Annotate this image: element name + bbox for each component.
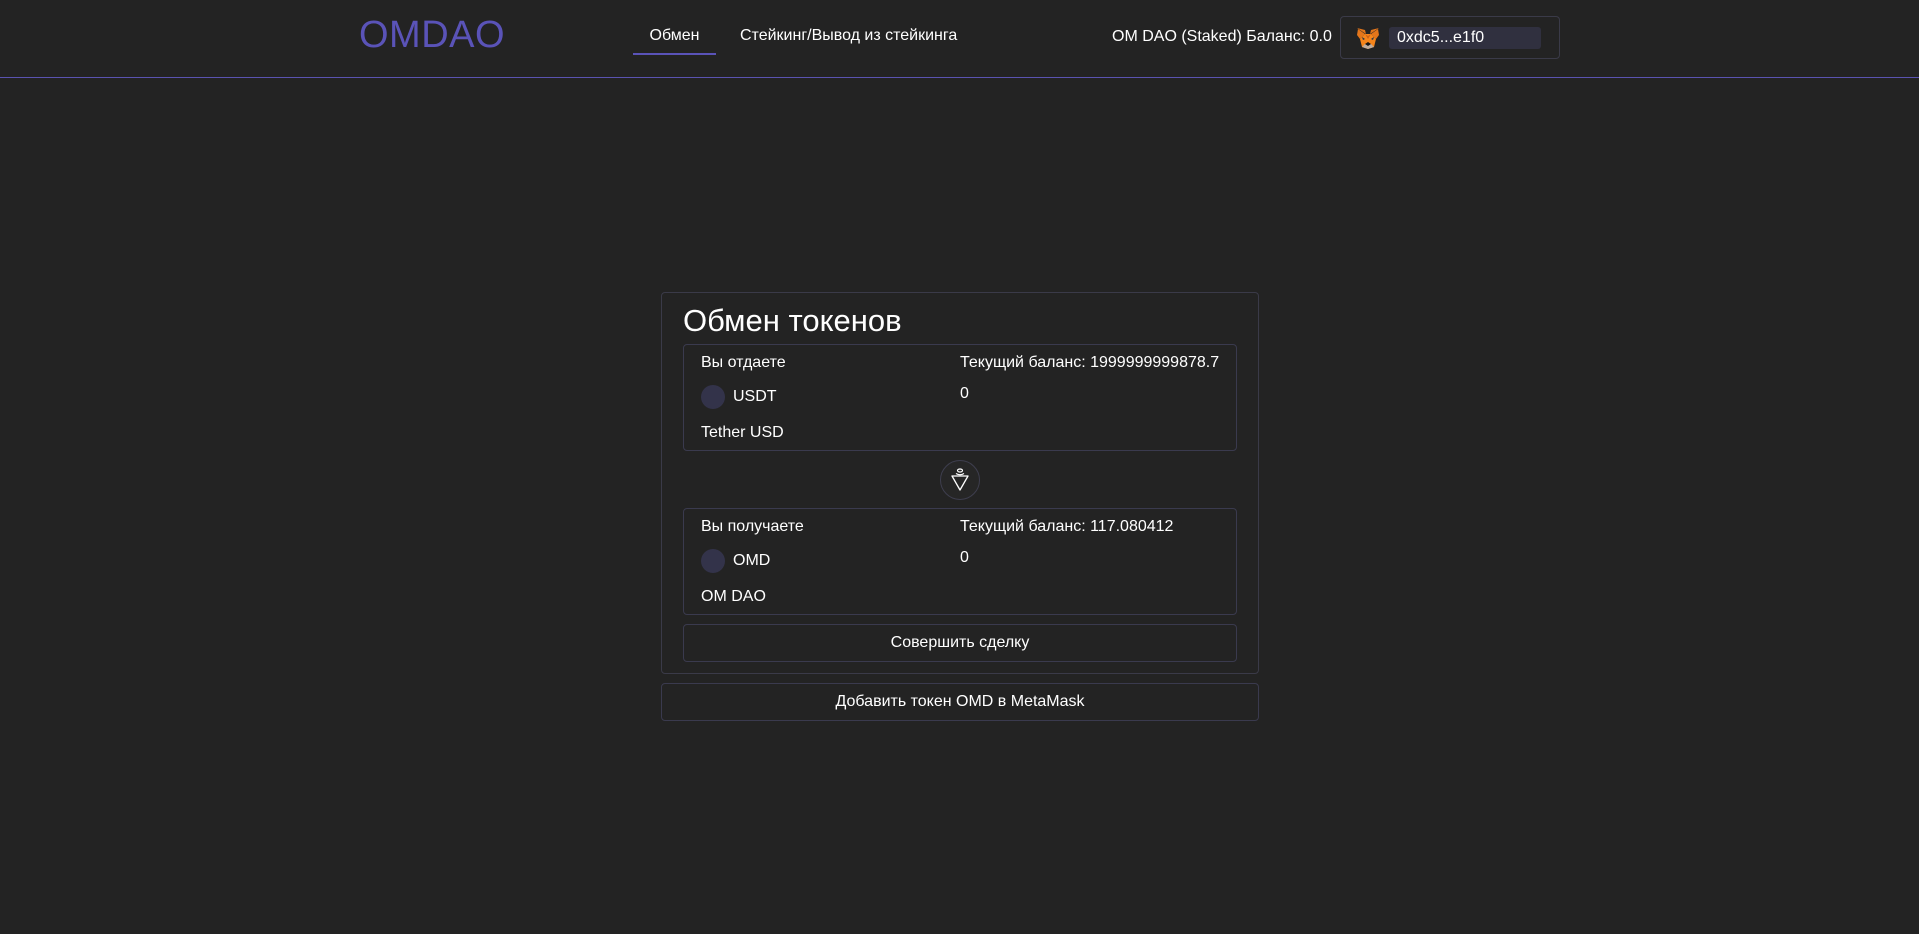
get-token-name: OM DAO (701, 588, 766, 605)
logo[interactable]: OMDAO (359, 14, 505, 57)
give-token-symbol: USDT (733, 388, 777, 405)
swap-direction-button[interactable] (940, 460, 980, 500)
add-token-metamask-button[interactable]: Добавить токен OMD в MetaMask (661, 683, 1259, 721)
get-amount-input[interactable] (960, 549, 1200, 567)
get-panel: Вы получаете Текущий баланс: 117.080412 … (683, 508, 1237, 615)
submit-trade-button[interactable]: Совершить сделку (683, 624, 1237, 662)
give-balance: Текущий баланс: 1999999999878.7 (960, 354, 1220, 371)
exchange-card: Обмен токенов Вы отдаете Текущий баланс:… (661, 292, 1259, 674)
omd-token-icon (701, 549, 725, 573)
get-token-selector[interactable]: OMD (701, 549, 770, 573)
give-panel: Вы отдаете Текущий баланс: 1999999999878… (683, 344, 1237, 451)
get-label: Вы получаете (701, 518, 804, 535)
top-bar: OMDAO Обмен Стейкинг/Вывод из стейкинга … (0, 0, 1919, 78)
staked-balance: OM DAO (Staked) Баланс: 0.0 (1112, 28, 1332, 45)
give-token-name: Tether USD (701, 424, 784, 441)
give-label: Вы отдаете (701, 354, 786, 371)
swap-direction-icon (951, 468, 969, 491)
usdt-token-icon (701, 385, 725, 409)
wallet-button[interactable]: 0xdc5...e1f0 (1340, 16, 1560, 59)
wallet-address: 0xdc5...e1f0 (1389, 26, 1541, 49)
give-token-selector[interactable]: USDT (701, 385, 777, 409)
metamask-fox-icon (1357, 27, 1379, 49)
get-token-symbol: OMD (733, 552, 771, 569)
main-nav: Обмен Стейкинг/Вывод из стейкинга (633, 0, 957, 56)
tab-staking[interactable]: Стейкинг/Вывод из стейкинга (740, 0, 957, 55)
exchange-title: Обмен токенов (683, 303, 902, 338)
give-amount-input[interactable] (960, 385, 1200, 403)
get-balance: Текущий баланс: 117.080412 (960, 518, 1174, 535)
tab-exchange[interactable]: Обмен (633, 0, 716, 55)
